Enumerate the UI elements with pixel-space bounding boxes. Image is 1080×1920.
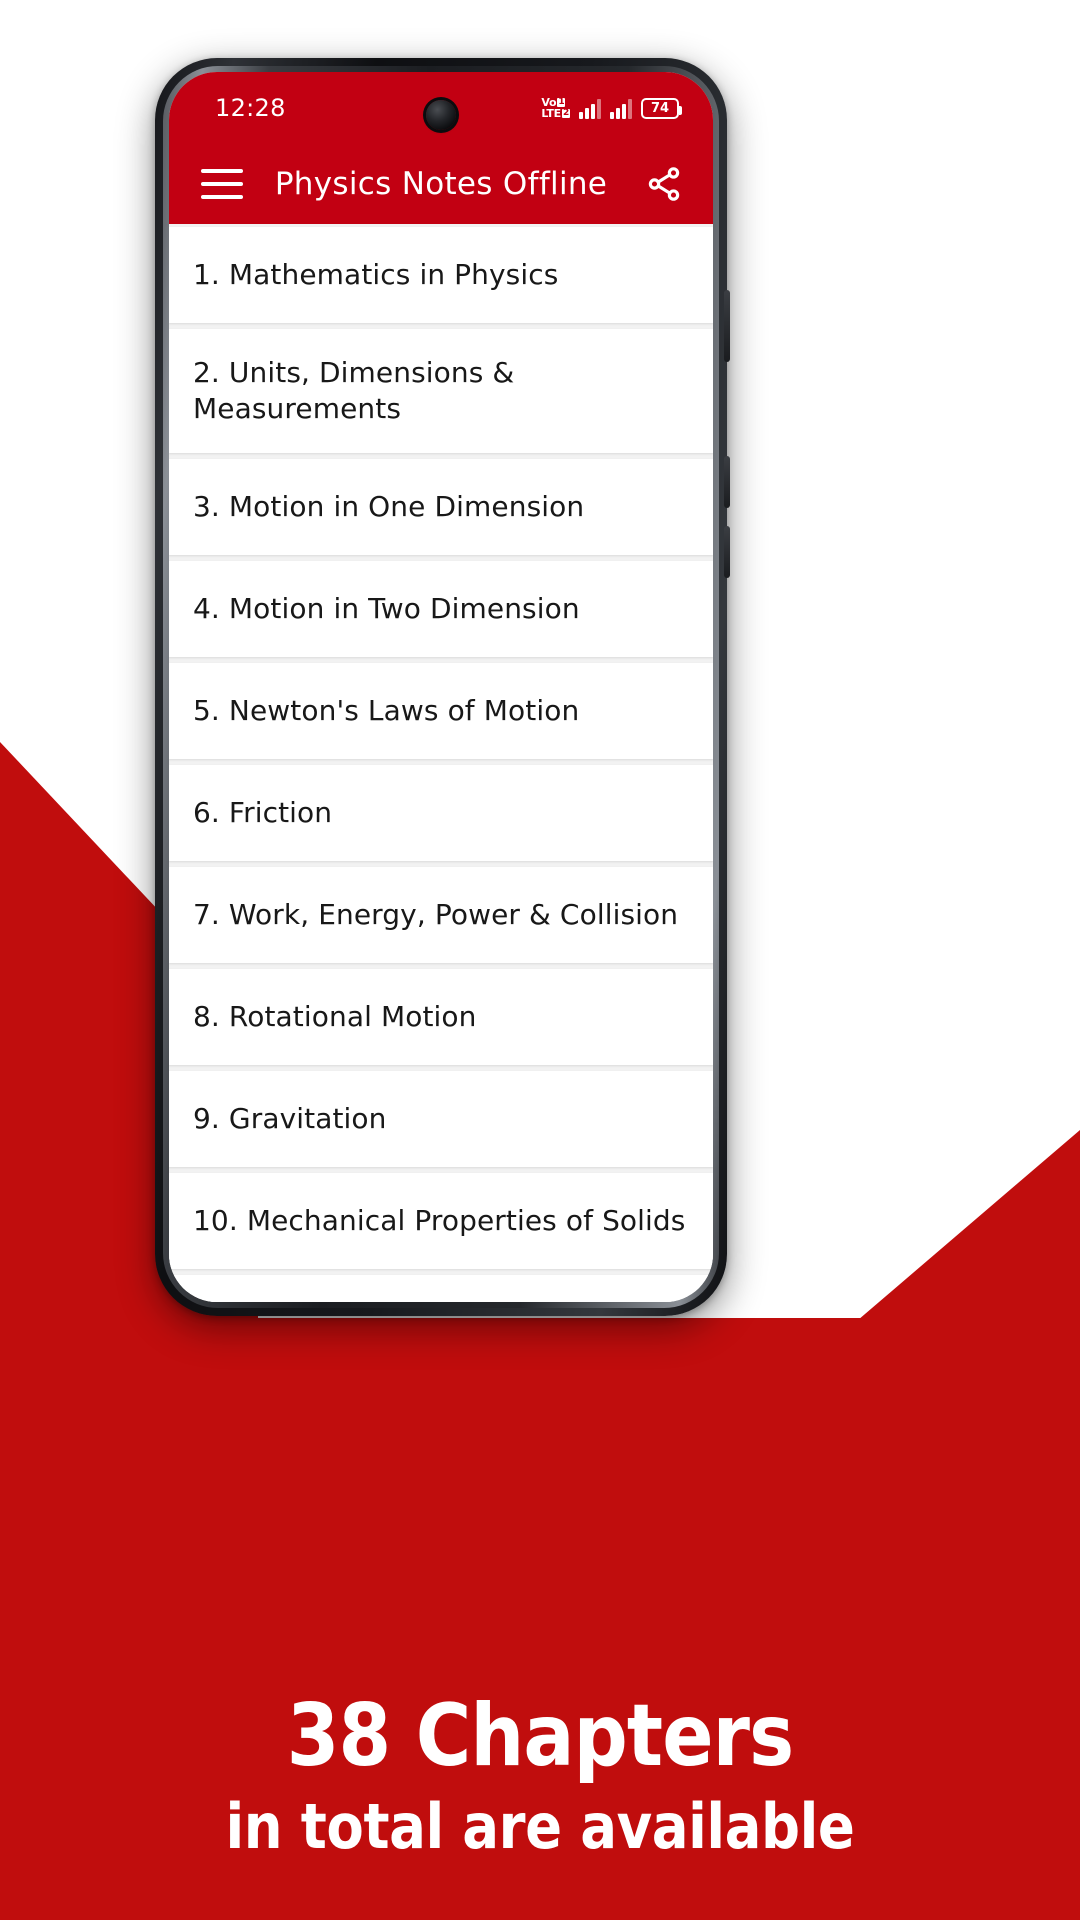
list-item[interactable]: 1. Mathematics in Physics [169, 227, 713, 323]
chapter-label: 7. Work, Energy, Power & Collision [193, 897, 679, 931]
battery-icon: 74 [641, 97, 682, 119]
volte-label-bottom: LTE [541, 107, 561, 120]
volte-badge-bottom: 2 [561, 108, 570, 118]
list-item[interactable]: 10. Mechanical Properties of Solids [169, 1172, 713, 1269]
list-item[interactable]: 9. Gravitation [169, 1070, 713, 1167]
list-item[interactable]: 2. Units, Dimensions & Measurements [169, 329, 713, 453]
list-item[interactable]: 7. Work, Energy, Power & Collision [169, 866, 713, 963]
list-item[interactable]: 8. Rotational Motion [169, 968, 713, 1065]
phone-power-button[interactable] [724, 456, 730, 508]
app-bar: Physics Notes Offline [169, 144, 713, 224]
page-title: Physics Notes Offline [274, 166, 608, 202]
signal-bars-icon-1 [579, 98, 601, 119]
volte-icon: Vo 1 LTE 2 [541, 97, 570, 119]
status-time: 12:28 [215, 94, 286, 122]
chapter-label: 4. Motion in Two Dimension [193, 591, 580, 625]
phone-secondary-button[interactable] [724, 526, 730, 578]
hamburger-menu-icon[interactable] [201, 169, 243, 199]
chapter-label: 1. Mathematics in Physics [193, 258, 559, 292]
chapter-label: 10. Mechanical Properties of Solids [193, 1203, 686, 1237]
front-camera-icon [426, 100, 456, 130]
phone-mockup: 12:28 Vo 1 LTE 2 74 Physics Notes Offline [155, 58, 730, 1316]
chapter-label: 2. Units, Dimensions & Measurements [193, 356, 515, 425]
phone-screen: 12:28 Vo 1 LTE 2 74 Physics Notes Offline [169, 72, 713, 1302]
list-item[interactable]: 6. Friction [169, 764, 713, 861]
battery-level-label: 74 [650, 100, 670, 116]
status-indicators: Vo 1 LTE 2 74 [541, 97, 682, 119]
chapter-label: 9. Gravitation [193, 1101, 387, 1135]
status-bar: 12:28 Vo 1 LTE 2 74 [169, 72, 713, 144]
chapter-list[interactable]: 1. Mathematics in Physics 2. Units, Dime… [169, 224, 713, 1302]
banner-headline: 38 Chapters [286, 1685, 794, 1786]
list-item[interactable]: 11. Mechanical Properties of Fluids [169, 1274, 713, 1302]
promo-banner: 38 Chapters in total are available [0, 1685, 1080, 1920]
phone-volume-button[interactable] [724, 290, 730, 362]
chapter-label: 3. Motion in One Dimension [193, 489, 585, 523]
chapter-label: 8. Rotational Motion [193, 999, 477, 1033]
banner-subhead: in total are available [225, 1789, 855, 1863]
list-item[interactable]: 4. Motion in Two Dimension [169, 560, 713, 657]
chapter-label: 6. Friction [193, 795, 333, 829]
chapter-label: 5. Newton's Laws of Motion [193, 693, 580, 727]
list-item[interactable]: 3. Motion in One Dimension [169, 458, 713, 555]
volte-badge-top: 1 [557, 97, 566, 107]
signal-bars-icon-2 [610, 98, 632, 119]
list-item[interactable]: 5. Newton's Laws of Motion [169, 662, 713, 759]
share-icon[interactable] [645, 165, 683, 203]
